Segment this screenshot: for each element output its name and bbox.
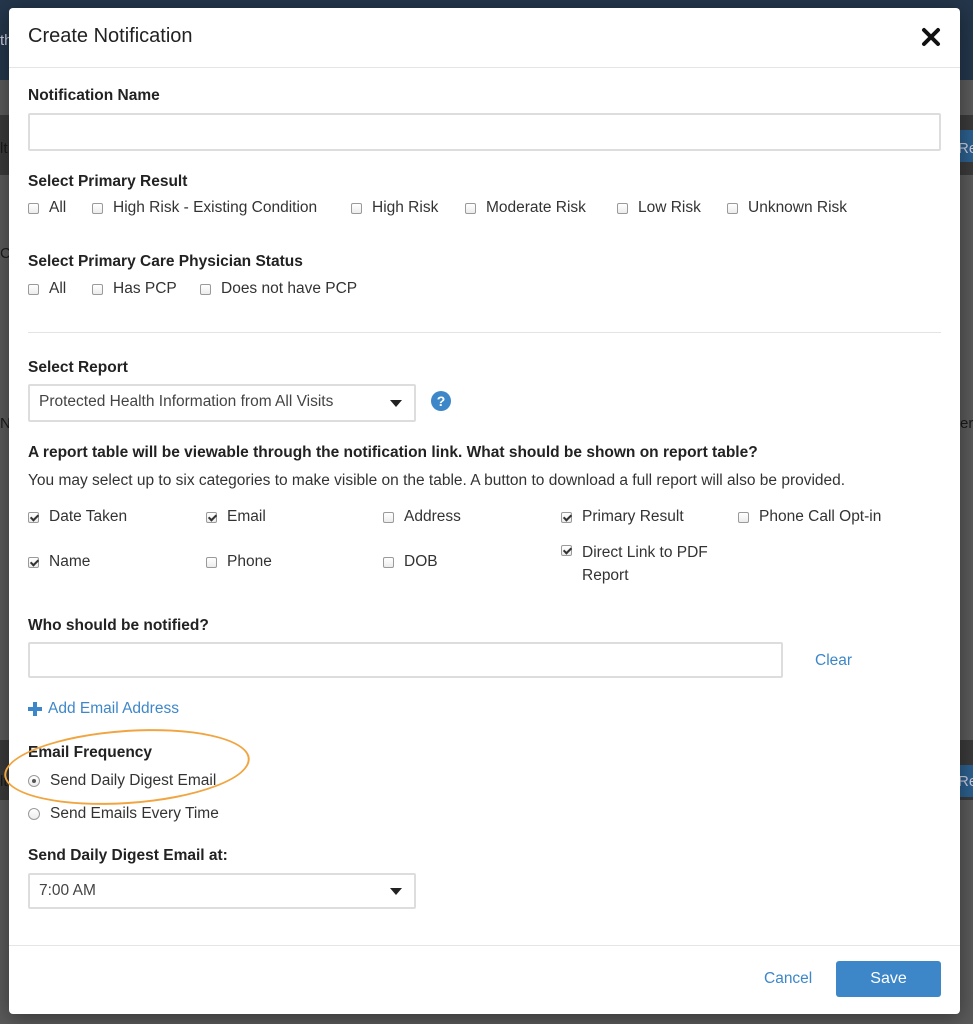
checkbox-label-line2: Report: [582, 567, 629, 584]
checkbox-icon[interactable]: [617, 203, 628, 214]
checkbox-label: Name: [49, 553, 91, 570]
checkbox-icon[interactable]: [92, 284, 103, 295]
chevron-down-icon: [390, 888, 402, 895]
primary-result-all-checkbox[interactable]: All: [28, 199, 66, 217]
checkbox-label: Does not have PCP: [221, 280, 358, 297]
radio-label: Send Daily Digest Email: [50, 772, 217, 789]
radio-icon[interactable]: [28, 775, 40, 787]
notification-name-input[interactable]: [28, 113, 941, 151]
checkbox-label-line1: Direct Link to PDF: [582, 544, 708, 561]
checkbox-label: All: [49, 280, 67, 297]
checkbox-icon[interactable]: [383, 557, 394, 568]
report-select[interactable]: Protected Health Information from All Vi…: [28, 384, 416, 422]
checkbox-icon[interactable]: [92, 203, 103, 214]
primary-result-high-risk-checkbox[interactable]: High Risk: [351, 199, 438, 217]
primary-result-unknown-risk-checkbox[interactable]: Unknown Risk: [727, 199, 847, 217]
checkbox-label: Address: [404, 508, 461, 525]
checkbox-label: Phone Call Opt-in: [759, 508, 882, 525]
highlight-annotation: [1, 721, 253, 813]
checkbox-label: DOB: [404, 553, 438, 570]
checkbox-label: Email: [227, 508, 266, 525]
pcp-all-checkbox[interactable]: All: [28, 280, 66, 298]
notify-label: Who should be notified?: [28, 617, 209, 634]
question-circle-icon[interactable]: ?: [431, 391, 451, 411]
primary-result-high-risk-existing-checkbox[interactable]: High Risk - Existing Condition: [92, 199, 317, 217]
primary-result-label: Select Primary Result: [28, 173, 188, 190]
checkbox-icon[interactable]: [727, 203, 738, 214]
column-email-checkbox[interactable]: Email: [206, 508, 266, 526]
checkbox-icon[interactable]: [561, 512, 572, 523]
checkbox-label: High Risk: [372, 199, 439, 216]
clear-link[interactable]: Clear: [815, 652, 852, 670]
pcp-no-pcp-checkbox[interactable]: Does not have PCP: [200, 280, 357, 298]
email-frequency-label: Email Frequency: [28, 744, 153, 761]
checkbox-label: Unknown Risk: [748, 199, 848, 216]
column-phone-call-opt-in-checkbox[interactable]: Phone Call Opt-in: [738, 508, 881, 526]
checkbox-label: Primary Result: [582, 508, 684, 525]
primary-result-moderate-risk-checkbox[interactable]: Moderate Risk: [465, 199, 586, 217]
every-time-radio[interactable]: Send Emails Every Time: [28, 805, 219, 823]
cancel-button[interactable]: Cancel: [764, 970, 812, 988]
checkbox-icon[interactable]: [28, 557, 39, 568]
radio-label: Send Emails Every Time: [50, 805, 219, 822]
pcp-has-pcp-checkbox[interactable]: Has PCP: [92, 280, 177, 298]
modal-title: Create Notification: [28, 25, 193, 47]
checkbox-icon[interactable]: [28, 203, 39, 214]
checkbox-icon[interactable]: [383, 512, 394, 523]
background-text: lt: [0, 140, 8, 157]
digest-time-label: Send Daily Digest Email at:: [28, 847, 228, 864]
checkbox-label: Date Taken: [49, 508, 128, 525]
checkbox-icon[interactable]: [28, 512, 39, 523]
checkbox-icon[interactable]: [351, 203, 362, 214]
select-report-label: Select Report: [28, 359, 128, 376]
checkbox-icon[interactable]: [561, 545, 572, 556]
modal-header: Create Notification: [9, 8, 960, 68]
create-notification-modal: Create Notification Notification Name Se…: [1, 8, 960, 1014]
digest-time-value: 7:00 AM: [39, 882, 96, 899]
digest-time-select[interactable]: 7:00 AM: [28, 873, 416, 909]
add-email-address-link[interactable]: Add Email Address: [48, 700, 179, 718]
notification-name-label: Notification Name: [28, 87, 160, 104]
report-select-value: Protected Health Information from All Vi…: [39, 393, 334, 410]
checkbox-icon[interactable]: [206, 557, 217, 568]
notify-email-input[interactable]: [28, 642, 783, 678]
plus-icon[interactable]: [28, 702, 42, 716]
save-button[interactable]: Save: [836, 961, 941, 997]
checkbox-label: All: [49, 199, 67, 216]
report-table-heading: A report table will be viewable through …: [28, 444, 758, 461]
checkbox-icon[interactable]: [465, 203, 476, 214]
column-pdf-link-checkbox[interactable]: Direct Link to PDF Report: [561, 541, 708, 587]
pcp-status-label: Select Primary Care Physician Status: [28, 253, 303, 270]
checkbox-label: Phone: [227, 553, 272, 570]
column-name-checkbox[interactable]: Name: [28, 553, 90, 571]
column-dob-checkbox[interactable]: DOB: [383, 553, 438, 571]
checkbox-icon[interactable]: [200, 284, 211, 295]
checkbox-icon[interactable]: [28, 284, 39, 295]
background-text: Re: [958, 140, 973, 157]
background-text: Re: [958, 773, 973, 790]
checkbox-label: Has PCP: [113, 280, 177, 297]
modal-footer-divider: [9, 945, 960, 946]
checkbox-label: Direct Link to PDF Report: [582, 541, 708, 587]
checkbox-icon[interactable]: [206, 512, 217, 523]
column-address-checkbox[interactable]: Address: [383, 508, 461, 526]
column-phone-checkbox[interactable]: Phone: [206, 553, 272, 571]
checkbox-label: High Risk - Existing Condition: [113, 199, 318, 216]
report-table-description: You may select up to six categories to m…: [28, 472, 846, 489]
checkbox-icon[interactable]: [738, 512, 749, 523]
daily-digest-radio[interactable]: Send Daily Digest Email: [28, 772, 216, 790]
column-date-taken-checkbox[interactable]: Date Taken: [28, 508, 127, 526]
radio-icon[interactable]: [28, 808, 40, 820]
background-text: eri: [960, 415, 973, 432]
primary-result-low-risk-checkbox[interactable]: Low Risk: [617, 199, 701, 217]
checkbox-label: Moderate Risk: [486, 199, 586, 216]
column-primary-result-checkbox[interactable]: Primary Result: [561, 508, 684, 526]
section-divider: [28, 332, 941, 333]
chevron-down-icon: [390, 400, 402, 407]
close-icon[interactable]: [918, 24, 944, 50]
checkbox-label: Low Risk: [638, 199, 701, 216]
background-text: lt: [0, 773, 8, 790]
